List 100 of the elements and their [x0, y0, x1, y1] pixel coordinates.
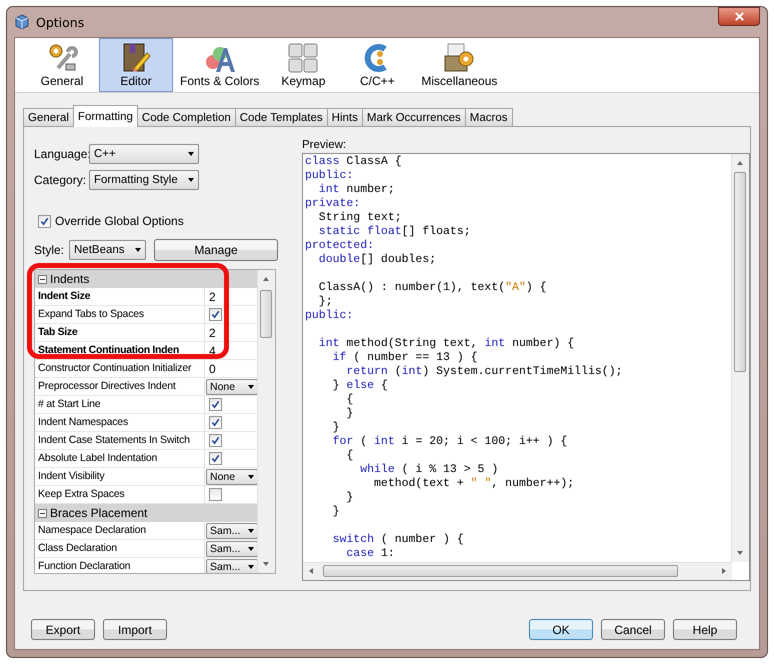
checkbox[interactable]	[209, 452, 222, 465]
property-name: Constructor Continuation Initializer	[35, 360, 205, 377]
code-line: public:	[305, 309, 354, 323]
scroll-thumb[interactable]	[260, 290, 272, 338]
scroll-down-icon[interactable]	[263, 562, 270, 566]
property-name: Keep Extra Spaces	[35, 486, 205, 503]
category-button[interactable]: Keymap	[266, 38, 340, 92]
scroll-thumb[interactable]	[734, 172, 746, 372]
style-dropdown[interactable]: NetBeans	[69, 240, 146, 260]
caret-icon	[188, 178, 194, 182]
keyboard-keys-icon	[287, 42, 320, 74]
preview-label: Preview:	[302, 139, 348, 153]
folder-gear-icon	[443, 42, 476, 74]
code-line: } else {	[332, 379, 389, 393]
checkbox[interactable]	[38, 214, 51, 228]
language-label: Language:	[34, 147, 89, 161]
property-name: Tab Size	[35, 324, 205, 341]
override-label: Override Global Options	[55, 214, 184, 228]
category-button[interactable]: Miscellaneous	[414, 38, 504, 92]
code-line: ClassA() : number(1), text("A") {	[318, 280, 548, 295]
category-button[interactable]: General	[25, 38, 99, 92]
horizontal-scrollbar[interactable]	[303, 562, 732, 580]
caret-icon	[188, 152, 194, 156]
code-line: class ClassA {	[305, 155, 403, 169]
collapse-icon[interactable]	[38, 508, 47, 518]
dialog-button[interactable]: Import	[103, 619, 167, 640]
scrollbar[interactable]	[731, 154, 749, 562]
scroll-left-icon[interactable]	[309, 568, 313, 574]
property-value: 2	[209, 326, 216, 340]
value-dropdown[interactable]: Sam...	[206, 558, 258, 573]
dialog-button[interactable]: Export	[31, 619, 95, 640]
cube-icon	[14, 14, 30, 30]
property-value: 0	[209, 362, 216, 376]
code-line: double[] doubles;	[318, 253, 438, 267]
code-line: }	[332, 421, 341, 435]
close-button[interactable]	[718, 7, 760, 26]
code-line: {	[345, 449, 354, 463]
property-name: # at Start Line	[35, 396, 205, 413]
value-dropdown[interactable]: Sam...	[206, 540, 258, 556]
code-line: return (int) System.currentTimeMillis();	[345, 365, 624, 379]
property-name: Indent Visibility	[35, 468, 205, 485]
property-name: Indent Namespaces	[35, 414, 205, 431]
category-button[interactable]: C/C++	[340, 38, 414, 92]
section-header: Braces Placement	[50, 506, 148, 520]
language-dropdown[interactable]: C++	[89, 144, 199, 164]
caret-icon	[135, 248, 141, 252]
tab[interactable]: Formatting	[72, 105, 138, 127]
checkbox[interactable]	[209, 488, 222, 501]
tab[interactable]: Hints	[326, 108, 363, 126]
property-name: Preprocessor Directives Indent	[35, 378, 205, 395]
section-header: Indents	[50, 272, 90, 286]
category-dropdown[interactable]: Formatting Style	[89, 170, 199, 190]
window-title: Options	[36, 14, 84, 30]
code-line: method(text + " ", number++);	[373, 477, 576, 491]
checkbox[interactable]	[209, 416, 222, 429]
property-name: Namespace Declaration	[35, 522, 205, 539]
code-line: case 1:	[345, 547, 396, 561]
checkbox[interactable]	[209, 398, 222, 411]
style-label: Style:	[34, 243, 66, 257]
tab[interactable]: Code Templates	[234, 108, 328, 126]
code-line: }	[345, 491, 354, 505]
scroll-up-icon[interactable]	[737, 161, 743, 165]
code-line: String text;	[318, 211, 403, 225]
property-name: Indent Size	[35, 288, 205, 305]
code-line: protected:	[305, 239, 376, 253]
category-button[interactable]: Editor	[99, 38, 173, 92]
code-line: {	[345, 393, 354, 407]
tab[interactable]: Code Completion	[136, 108, 236, 126]
scrollbar[interactable]	[257, 270, 275, 573]
dialog-button[interactable]: Help	[673, 619, 737, 640]
value-dropdown[interactable]: Sam...	[206, 522, 258, 538]
code-line: static float[] floats;	[318, 225, 472, 239]
code-line: int number;	[318, 183, 396, 197]
code-line: private:	[305, 197, 362, 211]
scroll-right-icon[interactable]	[722, 568, 726, 574]
property-name: Statement Continuation Inden	[35, 342, 205, 359]
value-dropdown[interactable]: None	[206, 378, 258, 394]
tab[interactable]: Macros	[464, 108, 512, 126]
checkbox[interactable]	[209, 434, 222, 447]
scroll-down-icon[interactable]	[737, 551, 743, 555]
category-label: Category:	[34, 173, 88, 187]
property-name: Class Declaration	[35, 540, 205, 557]
tab[interactable]: Mark Occurrences	[362, 108, 466, 126]
collapse-icon[interactable]	[38, 274, 47, 284]
code-line: public:	[305, 169, 354, 183]
scroll-thumb[interactable]	[323, 565, 678, 577]
tab[interactable]: General	[23, 108, 74, 126]
close-icon	[734, 11, 744, 22]
scroll-up-icon[interactable]	[263, 277, 270, 281]
code-line: }	[332, 505, 341, 519]
value-dropdown[interactable]: None	[206, 468, 258, 484]
checkbox[interactable]	[209, 308, 222, 321]
category-button[interactable]: Fonts & Colors	[173, 38, 266, 92]
property-name: Function Declaration	[35, 558, 205, 573]
property-value: 2	[209, 290, 216, 304]
manage-button[interactable]: Manage	[154, 239, 278, 261]
code-line: while ( i % 13 > 5 )	[359, 463, 500, 477]
dialog-button[interactable]: OK	[529, 619, 593, 640]
code-line: for ( int i = 20; i < 100; i++ ) {	[332, 435, 568, 449]
dialog-button[interactable]: Cancel	[601, 619, 665, 640]
